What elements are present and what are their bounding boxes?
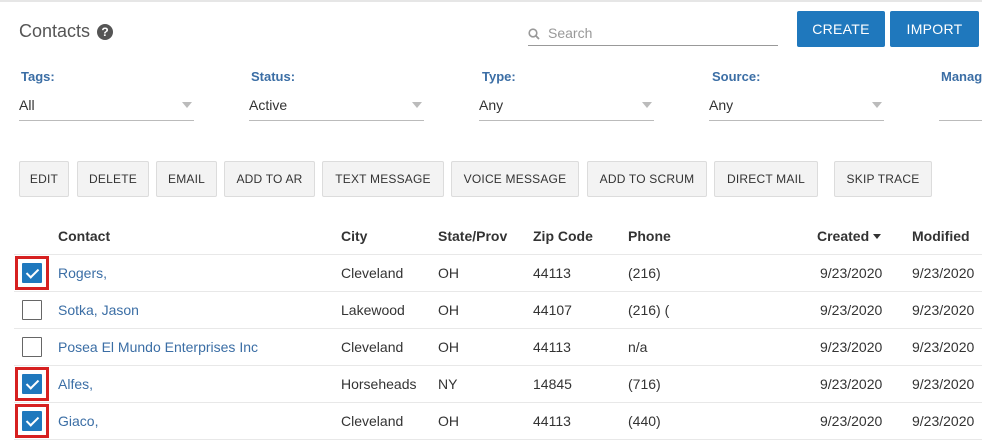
city-cell: Cleveland <box>341 339 404 355</box>
status-select[interactable]: Active <box>249 90 424 121</box>
question-circle-icon[interactable]: ? <box>97 23 114 40</box>
add-to-ar-button[interactable]: ADD TO AR <box>224 161 315 197</box>
highlight-box <box>15 404 49 438</box>
column-header-state[interactable]: State/Prov <box>438 228 507 244</box>
search-icon <box>528 27 540 40</box>
table-row: Posea El Mundo Enterprises Inc Cleveland… <box>14 329 982 366</box>
phone-cell: (440) <box>628 413 661 429</box>
table-row: Sotka, Jason Lakewood OH 44107 (216) ( 9… <box>14 292 982 329</box>
modified-cell: 9/23/2020 <box>912 339 975 355</box>
column-header-contact[interactable]: Contact <box>58 228 110 244</box>
source-select-value: Any <box>709 97 734 113</box>
voice-message-button[interactable]: VOICE MESSAGE <box>451 161 579 197</box>
chevron-down-icon <box>412 102 422 108</box>
contact-link[interactable]: Giaco, <box>58 413 98 429</box>
highlight-box <box>15 367 49 401</box>
status-select-value: Active <box>249 97 288 113</box>
search-input[interactable] <box>548 24 768 41</box>
contact-link[interactable]: Rogers, <box>58 265 107 281</box>
modified-cell: 9/23/2020 <box>912 302 975 318</box>
phone-cell: (216) <box>628 265 661 281</box>
add-to-scrum-button[interactable]: ADD TO SCRUM <box>587 161 707 197</box>
tags-select[interactable]: All <box>19 90 194 121</box>
skip-trace-button[interactable]: SKIP TRACE <box>834 161 932 197</box>
created-cell: 9/23/2020 <box>820 376 883 392</box>
search-box <box>528 20 778 46</box>
city-cell: Horseheads <box>341 376 417 392</box>
import-button[interactable]: IMPORT <box>890 11 979 47</box>
top-divider <box>0 0 982 2</box>
type-select[interactable]: Any <box>479 90 654 121</box>
chevron-down-icon <box>182 102 192 108</box>
column-header-created[interactable]: Created <box>817 228 882 244</box>
text-message-button[interactable]: TEXT MESSAGE <box>322 161 444 197</box>
direct-mail-button[interactable]: DIRECT MAIL <box>714 161 818 197</box>
state-cell: OH <box>438 413 459 429</box>
modified-cell: 9/23/2020 <box>912 265 975 281</box>
filter-label-manager: Manag <box>941 69 982 84</box>
phone-cell: (216) ( <box>628 302 670 318</box>
chevron-down-icon <box>872 102 882 108</box>
redaction <box>118 257 293 289</box>
table-row: Rogers, Cleveland OH 44113 (216) 9/23/20… <box>14 255 982 292</box>
edit-button[interactable]: EDIT <box>19 161 69 197</box>
modified-cell: 9/23/2020 <box>912 413 975 429</box>
column-header-created-label: Created <box>817 228 870 244</box>
created-cell: 9/23/2020 <box>820 265 883 281</box>
tags-select-value: All <box>19 97 35 113</box>
column-header-phone[interactable]: Phone <box>628 228 671 244</box>
created-cell: 9/23/2020 <box>820 413 883 429</box>
state-cell: OH <box>438 339 459 355</box>
created-cell: 9/23/2020 <box>820 339 883 355</box>
email-button[interactable]: EMAIL <box>156 161 217 197</box>
zip-cell: 44113 <box>533 265 571 281</box>
phone-cell: (716) <box>628 376 661 392</box>
page-title-text: Contacts <box>19 21 91 41</box>
city-cell: Lakewood <box>341 302 405 318</box>
manager-select[interactable] <box>939 90 982 121</box>
filter-label-status: Status: <box>251 69 296 84</box>
delete-button[interactable]: DELETE <box>77 161 149 197</box>
column-header-modified[interactable]: Modified <box>912 228 970 244</box>
contact-link[interactable]: Alfes, <box>58 376 93 392</box>
column-header-city[interactable]: City <box>341 228 367 244</box>
state-cell: OH <box>438 302 459 318</box>
zip-cell: 44107 <box>533 302 572 318</box>
phone-cell: n/a <box>628 339 648 355</box>
zip-cell: 44113 <box>533 413 571 429</box>
zip-cell: 14845 <box>533 376 572 392</box>
state-cell: NY <box>438 376 458 392</box>
row-checkbox[interactable] <box>22 300 42 320</box>
state-cell: OH <box>438 265 459 281</box>
chevron-down-icon <box>642 102 652 108</box>
contact-link[interactable]: Sotka, Jason <box>58 302 139 318</box>
created-cell: 9/23/2020 <box>820 302 883 318</box>
zip-cell: 44113 <box>533 339 571 355</box>
filter-label-source: Source: <box>712 69 761 84</box>
filter-label-type: Type: <box>482 69 516 84</box>
page-title: Contacts ? <box>19 21 114 42</box>
create-button[interactable]: CREATE <box>797 11 885 47</box>
city-cell: Cleveland <box>341 265 404 281</box>
row-checkbox[interactable] <box>22 337 42 357</box>
filter-label-tags: Tags: <box>21 69 55 84</box>
contact-link[interactable]: Posea El Mundo Enterprises Inc <box>58 339 258 355</box>
highlight-box <box>15 256 49 290</box>
type-select-value: Any <box>479 97 504 113</box>
sort-desc-icon <box>873 233 882 239</box>
table-row: Giaco, Cleveland OH 44113 (440) 9/23/202… <box>14 403 982 440</box>
table-row: Alfes, Horseheads NY 14845 (716) 9/23/20… <box>14 366 982 403</box>
source-select[interactable]: Any <box>709 90 884 121</box>
city-cell: Cleveland <box>341 413 404 429</box>
column-header-zip[interactable]: Zip Code <box>533 228 593 244</box>
modified-cell: 9/23/2020 <box>912 376 975 392</box>
